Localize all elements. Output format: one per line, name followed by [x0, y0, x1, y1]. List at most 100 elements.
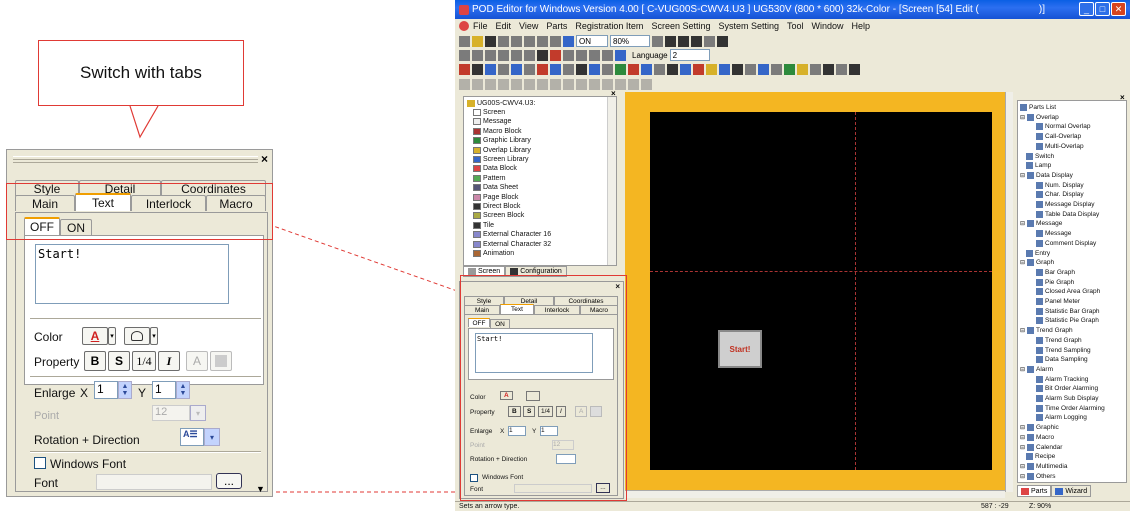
tab-parts[interactable]: Parts: [1017, 485, 1052, 497]
tree-item[interactable]: Data Sheet: [473, 184, 518, 192]
parts-item[interactable]: ⊟ Multimedia: [1020, 462, 1067, 470]
parts-item[interactable]: Statistic Bar Graph: [1036, 307, 1100, 315]
parts-item[interactable]: ⊟ Graphic: [1020, 424, 1059, 432]
tool-icon[interactable]: [589, 49, 600, 61]
parts-item[interactable]: Message Display: [1036, 201, 1095, 208]
parts-icon[interactable]: [771, 63, 782, 75]
rotation-select[interactable]: A☰: [180, 428, 204, 446]
parts-icon[interactable]: [732, 63, 743, 75]
tool-icon[interactable]: [652, 35, 663, 47]
parts-icon[interactable]: [563, 63, 574, 75]
expand-icon[interactable]: ⊟: [1020, 434, 1025, 441]
tree-item[interactable]: Tile: [473, 221, 494, 229]
tree-item[interactable]: External Character 16: [473, 231, 551, 239]
menu-edit[interactable]: Edit: [496, 21, 512, 31]
parts-icon[interactable]: [485, 63, 496, 75]
parts-icon[interactable]: [693, 63, 704, 75]
parts-item[interactable]: Bar Graph: [1036, 268, 1075, 276]
align-icon[interactable]: [537, 78, 548, 90]
expand-icon[interactable]: ⊟: [1020, 114, 1025, 121]
parts-item[interactable]: ⊟ Data Display: [1020, 171, 1073, 179]
tree-item[interactable]: Data Block: [473, 165, 517, 173]
shadow-button[interactable]: S: [108, 351, 130, 371]
menu-registration[interactable]: Registration Item: [575, 21, 643, 31]
parts-item[interactable]: Multi-Overlap: [1036, 142, 1084, 150]
menu-parts[interactable]: Parts: [546, 21, 567, 31]
align-icon[interactable]: [511, 78, 522, 90]
parts-item[interactable]: Closed Area Graph: [1036, 288, 1100, 296]
parts-icon[interactable]: [498, 63, 509, 75]
parts-icon[interactable]: [784, 63, 795, 75]
tool-icon[interactable]: [563, 49, 574, 61]
parts-item[interactable]: Alarm Sub Display: [1036, 395, 1098, 402]
font-color-dropdown[interactable]: ▾: [108, 327, 116, 345]
tree-item[interactable]: Screen: [473, 109, 505, 116]
quarter-size-button[interactable]: 1/4: [132, 351, 156, 371]
parts-item[interactable]: Switch: [1026, 152, 1054, 160]
tool-icon[interactable]: [665, 35, 676, 47]
align-icon[interactable]: [550, 78, 561, 90]
preview-icon[interactable]: [537, 35, 548, 47]
parts-item[interactable]: Normal Overlap: [1036, 123, 1091, 131]
parts-icon[interactable]: [836, 63, 847, 75]
rect-icon[interactable]: [472, 49, 483, 61]
text-input[interactable]: Start!: [35, 244, 229, 304]
parts-item[interactable]: ⊟ Alarm: [1020, 365, 1053, 373]
parts-icon[interactable]: [641, 63, 652, 75]
parts-item[interactable]: Message: [1036, 230, 1071, 238]
start-switch-part[interactable]: Start!: [718, 330, 762, 368]
circle-icon[interactable]: [485, 49, 496, 61]
tree-item[interactable]: Animation: [473, 250, 514, 257]
y-input[interactable]: 1: [152, 381, 176, 399]
font-color-button[interactable]: A: [82, 327, 108, 345]
parts-item[interactable]: Panel Meter: [1036, 298, 1080, 305]
maximize-button[interactable]: □: [1095, 2, 1110, 16]
parts-icon[interactable]: [576, 63, 587, 75]
x-input[interactable]: 1: [94, 381, 118, 399]
minimize-button[interactable]: _: [1079, 2, 1094, 16]
menu-file[interactable]: File: [473, 21, 488, 31]
parts-item[interactable]: Comment Display: [1036, 239, 1096, 247]
tree-item[interactable]: Screen Block: [473, 212, 524, 220]
language-select[interactable]: 2: [669, 49, 710, 61]
menu-help[interactable]: Help: [852, 21, 871, 31]
parts-icon[interactable]: [849, 63, 860, 75]
open-icon[interactable]: [472, 35, 483, 47]
expand-icon[interactable]: ⊟: [1020, 366, 1025, 373]
tree-item[interactable]: Overlap Library: [473, 146, 531, 154]
parts-item[interactable]: Num. Display: [1036, 181, 1084, 189]
close-button[interactable]: ✕: [1111, 2, 1126, 16]
parts-item[interactable]: Bit Order Alarming: [1036, 385, 1098, 393]
parts-icon[interactable]: [654, 63, 665, 75]
parts-item[interactable]: Alarm Logging: [1036, 414, 1087, 422]
parts-icon[interactable]: [706, 63, 717, 75]
parts-item[interactable]: Pie Graph: [1036, 278, 1074, 286]
expand-icon[interactable]: ⊟: [1020, 220, 1025, 227]
screen-canvas[interactable]: [625, 92, 1005, 496]
align-icon[interactable]: [615, 78, 626, 90]
align-icon[interactable]: [641, 78, 652, 90]
parts-icon[interactable]: [537, 63, 548, 75]
zoom-select[interactable]: 80%: [610, 35, 650, 47]
parts-icon[interactable]: [719, 63, 730, 75]
expand-icon[interactable]: ⊟: [1020, 473, 1025, 480]
parts-icon[interactable]: [745, 63, 756, 75]
align-icon[interactable]: [563, 78, 574, 90]
parts-item[interactable]: Call-Overlap: [1036, 133, 1081, 141]
tree-item[interactable]: Page Block: [473, 193, 518, 201]
tree-root[interactable]: UG00S-CWV4.U3:: [467, 100, 535, 107]
parts-item[interactable]: ⊟ Others: [1020, 472, 1056, 480]
align-icon[interactable]: [602, 78, 613, 90]
align-icon[interactable]: [498, 78, 509, 90]
parts-icon[interactable]: [810, 63, 821, 75]
parts-item[interactable]: Entry: [1026, 249, 1050, 257]
font-browse-button[interactable]: ...: [216, 473, 242, 489]
align-icon[interactable]: [576, 78, 587, 90]
parts-item[interactable]: Table Data Display: [1036, 210, 1099, 218]
align-icon[interactable]: [524, 78, 535, 90]
parts-item[interactable]: Char. Display: [1036, 191, 1084, 199]
parts-item[interactable]: ⊟ Macro: [1020, 433, 1054, 441]
parts-icon[interactable]: [459, 63, 470, 75]
parts-icon[interactable]: [667, 63, 678, 75]
expand-icon[interactable]: ⊟: [1020, 444, 1025, 451]
